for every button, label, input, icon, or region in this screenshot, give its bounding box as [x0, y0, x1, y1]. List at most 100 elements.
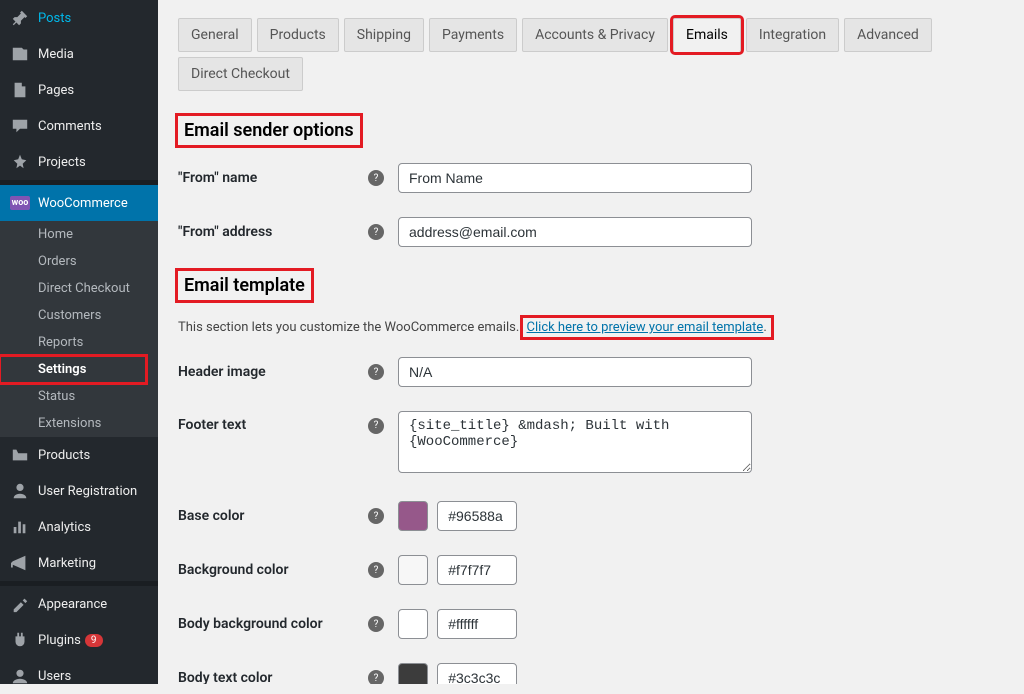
submenu-item-direct-checkout[interactable]: Direct Checkout: [0, 275, 158, 302]
submenu-label: Reports: [38, 335, 83, 350]
help-icon[interactable]: ?: [368, 224, 384, 240]
submenu-item-reports[interactable]: Reports: [0, 329, 158, 356]
plugins-icon: [10, 630, 30, 650]
tab-integration[interactable]: Integration: [746, 18, 839, 52]
sidebar-item-label: WooCommerce: [38, 196, 128, 211]
submenu-item-extensions[interactable]: Extensions: [0, 410, 158, 437]
submenu-item-orders[interactable]: Orders: [0, 248, 158, 275]
sidebar-item-appearance[interactable]: Appearance: [0, 586, 158, 622]
submenu-label: Customers: [38, 308, 101, 323]
tab-label: Products: [270, 27, 326, 43]
submenu-label: Home: [38, 227, 73, 242]
submenu-label: Status: [38, 389, 75, 404]
tab-label: Advanced: [857, 27, 919, 43]
row-body-text-color: Body text color ?: [178, 663, 1004, 684]
sidebar-item-label: Analytics: [38, 520, 91, 535]
tab-direct-checkout[interactable]: Direct Checkout: [178, 57, 303, 91]
tab-label: Integration: [759, 27, 826, 43]
pages-icon: [10, 80, 30, 100]
submenu-item-home[interactable]: Home: [0, 221, 158, 248]
help-icon[interactable]: ?: [368, 364, 384, 380]
body-text-label: Body text color: [178, 670, 368, 684]
sidebar-item-analytics[interactable]: Analytics: [0, 509, 158, 545]
help-icon[interactable]: ?: [368, 508, 384, 524]
footer-text-label: Footer text: [178, 411, 368, 433]
row-header-image: Header image ?: [178, 357, 1004, 387]
footer-text-input[interactable]: [398, 411, 752, 473]
sidebar-item-label: Projects: [38, 155, 86, 170]
tab-label: Direct Checkout: [191, 66, 290, 82]
woocommerce-icon: woo: [10, 193, 30, 213]
tab-label: Payments: [442, 27, 504, 43]
sidebar-item-label: Comments: [38, 119, 102, 134]
body-bg-swatch[interactable]: [398, 609, 428, 639]
plugins-badge: 9: [85, 634, 103, 647]
body-text-input[interactable]: [437, 663, 517, 684]
sidebar-item-plugins[interactable]: Plugins9: [0, 622, 158, 658]
submenu-item-settings[interactable]: Settings: [0, 356, 158, 383]
sidebar-item-label: Posts: [38, 11, 71, 26]
sidebar-item-label: Appearance: [38, 597, 107, 612]
row-base-color: Base color ?: [178, 501, 1004, 531]
base-color-input[interactable]: [437, 501, 517, 531]
sidebar-item-users[interactable]: Users: [0, 658, 158, 694]
row-bg-color: Background color ?: [178, 555, 1004, 585]
tab-general[interactable]: General: [178, 18, 252, 52]
help-icon[interactable]: ?: [368, 670, 384, 684]
projects-icon: [10, 152, 30, 172]
sidebar-item-label: Marketing: [38, 556, 96, 571]
row-from-name: "From" name ?: [178, 163, 1004, 193]
tab-payments[interactable]: Payments: [429, 18, 517, 52]
tab-accounts-privacy[interactable]: Accounts & Privacy: [522, 18, 668, 52]
comment-icon: [10, 116, 30, 136]
header-image-label: Header image: [178, 364, 368, 380]
body-bg-input[interactable]: [437, 609, 517, 639]
sidebar-item-label: Products: [38, 448, 90, 463]
sidebar-item-projects[interactable]: Projects: [0, 144, 158, 180]
sidebar-item-posts[interactable]: Posts: [0, 0, 158, 36]
tab-products[interactable]: Products: [257, 18, 339, 52]
tab-label: Emails: [686, 27, 728, 43]
marketing-icon: [10, 553, 30, 573]
help-icon[interactable]: ?: [368, 170, 384, 186]
help-icon[interactable]: ?: [368, 418, 384, 434]
tab-advanced[interactable]: Advanced: [844, 18, 932, 52]
products-icon: [10, 445, 30, 465]
help-icon[interactable]: ?: [368, 562, 384, 578]
sidebar-item-label: Media: [38, 47, 74, 62]
sidebar-item-comments[interactable]: Comments: [0, 108, 158, 144]
sidebar-item-marketing[interactable]: Marketing: [0, 545, 158, 581]
base-color-swatch[interactable]: [398, 501, 428, 531]
row-body-bg-color: Body background color ?: [178, 609, 1004, 639]
section-heading-template: Email template: [178, 271, 311, 300]
tab-emails[interactable]: Emails: [673, 18, 741, 52]
analytics-icon: [10, 517, 30, 537]
help-icon[interactable]: ?: [368, 616, 384, 632]
sidebar-item-products[interactable]: Products: [0, 437, 158, 473]
from-address-input[interactable]: [398, 217, 752, 247]
main-content: General Products Shipping Payments Accou…: [158, 0, 1024, 684]
from-name-input[interactable]: [398, 163, 752, 193]
bg-color-swatch[interactable]: [398, 555, 428, 585]
preview-template-link[interactable]: Click here to preview your email templat…: [527, 320, 764, 335]
header-image-input[interactable]: [398, 357, 752, 387]
submenu-item-customers[interactable]: Customers: [0, 302, 158, 329]
bg-color-input[interactable]: [437, 555, 517, 585]
bg-color-label: Background color: [178, 562, 368, 578]
submenu-label: Orders: [38, 254, 77, 269]
tab-shipping[interactable]: Shipping: [344, 18, 424, 52]
sidebar-item-user-registration[interactable]: User Registration: [0, 473, 158, 509]
from-address-label: "From" address: [178, 224, 368, 240]
desc-text: .: [763, 320, 766, 335]
submenu-item-status[interactable]: Status: [0, 383, 158, 410]
tab-label: Shipping: [357, 27, 411, 43]
sidebar-item-woocommerce[interactable]: woo WooCommerce: [0, 185, 158, 221]
desc-text: This section lets you customize the WooC…: [178, 320, 523, 335]
sidebar-item-pages[interactable]: Pages: [0, 72, 158, 108]
settings-tabs: General Products Shipping Payments Accou…: [178, 18, 1004, 91]
tab-label: Accounts & Privacy: [535, 27, 655, 43]
appearance-icon: [10, 594, 30, 614]
body-text-swatch[interactable]: [398, 663, 428, 684]
sidebar-item-media[interactable]: Media: [0, 36, 158, 72]
base-color-label: Base color: [178, 508, 368, 524]
